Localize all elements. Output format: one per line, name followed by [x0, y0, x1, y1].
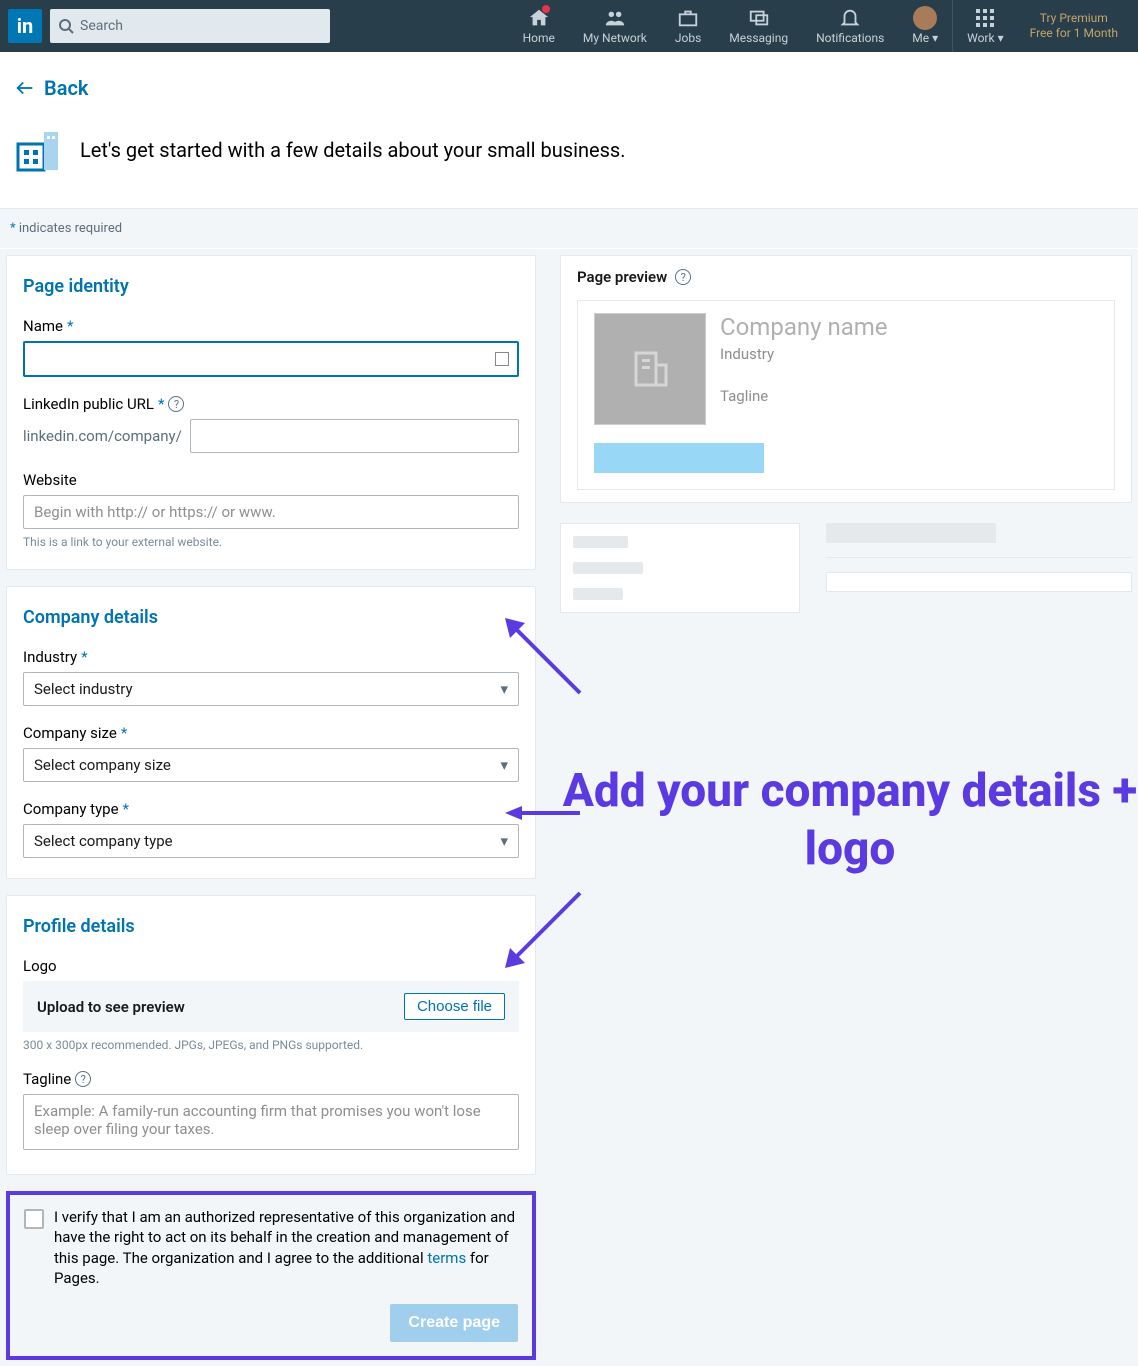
help-icon[interactable]: ? — [168, 396, 184, 412]
intro-row: Let's get started with a few details abo… — [0, 116, 1138, 209]
choose-file-button[interactable]: Choose file — [404, 993, 505, 1020]
back-arrow-icon — [14, 77, 36, 99]
nav-jobs[interactable]: Jobs — [661, 0, 715, 52]
logo-hint: 300 x 300px recommended. JPGs, JPEGs, an… — [23, 1038, 519, 1052]
url-label: LinkedIn public URL — [23, 395, 154, 413]
message-icon — [748, 7, 770, 29]
page-preview-card: Page preview ? Company name Industry Tag… — [560, 255, 1132, 503]
nav-me[interactable]: Me ▾ — [898, 0, 952, 52]
profile-details-card: Profile details Logo Upload to see previ… — [6, 895, 536, 1175]
company-details-card: Company details Industry * Select indust… — [6, 586, 536, 879]
nav-notifications[interactable]: Notifications — [802, 0, 898, 52]
intro-text: Let's get started with a few details abo… — [80, 138, 626, 162]
create-page-button[interactable]: Create page — [390, 1304, 518, 1342]
back-label: Back — [44, 76, 88, 100]
building-icon — [14, 124, 62, 176]
website-hint: This is a link to your external website. — [23, 535, 519, 549]
avatar-icon — [913, 7, 937, 29]
search-icon — [58, 18, 74, 34]
chevron-down-icon: ▾ — [500, 680, 508, 698]
verify-card: I verify that I am an authorized represe… — [6, 1191, 536, 1360]
required-note: * indicates required — [0, 209, 1138, 249]
input-contact-icon — [495, 352, 509, 366]
nav-messaging[interactable]: Messaging — [715, 0, 802, 52]
bell-icon — [839, 7, 861, 29]
name-input[interactable] — [23, 341, 519, 377]
preview-logo-placeholder — [594, 313, 706, 425]
verify-checkbox[interactable] — [24, 1209, 44, 1229]
size-select[interactable]: Select company size ▾ — [23, 748, 519, 782]
website-label: Website — [23, 471, 77, 489]
page-identity-title: Page identity — [23, 276, 519, 297]
logo-label: Logo — [23, 957, 57, 975]
name-label: Name — [23, 317, 63, 335]
help-icon[interactable]: ? — [675, 269, 691, 285]
search-placeholder: Search — [80, 18, 123, 34]
page-identity-card: Page identity Name * LinkedIn public URL… — [6, 255, 536, 570]
company-details-title: Company details — [23, 607, 519, 628]
preview-tagline: Tagline — [720, 387, 888, 405]
type-select[interactable]: Select company type ▾ — [23, 824, 519, 858]
url-input[interactable] — [190, 419, 519, 453]
tagline-label: Tagline — [23, 1070, 71, 1088]
nav-network[interactable]: My Network — [569, 0, 661, 52]
help-icon[interactable]: ? — [75, 1071, 91, 1087]
nav-work[interactable]: Work ▾ — [953, 0, 1017, 52]
preview-header: Page preview — [577, 268, 667, 286]
size-label: Company size — [23, 724, 117, 742]
nav-home[interactable]: Home — [509, 0, 569, 52]
grid-icon — [975, 7, 995, 29]
preview-ghost-rows — [560, 523, 1132, 613]
upload-text: Upload to see preview — [37, 998, 185, 1016]
industry-label: Industry — [23, 648, 77, 666]
linkedin-logo[interactable]: in — [8, 9, 42, 43]
type-label: Company type — [23, 800, 119, 818]
website-input[interactable] — [23, 495, 519, 529]
chevron-down-icon: ▾ — [500, 756, 508, 774]
nav-premium[interactable]: Try Premium Free for 1 Month — [1018, 0, 1130, 52]
preview-cta-bar — [594, 443, 764, 473]
home-badge-icon — [541, 4, 551, 14]
top-nav: in Search Home My Network Jobs Messaging… — [0, 0, 1138, 52]
terms-link[interactable]: terms — [427, 1249, 466, 1267]
search-input[interactable]: Search — [50, 9, 330, 43]
briefcase-icon — [677, 7, 699, 29]
industry-select[interactable]: Select industry ▾ — [23, 672, 519, 706]
network-icon — [604, 7, 626, 29]
back-link[interactable]: Back — [0, 52, 1138, 116]
annotation-text: Add your company details + logo — [560, 763, 1138, 878]
profile-details-title: Profile details — [23, 916, 519, 937]
preview-company-name: Company name — [720, 313, 888, 341]
tagline-input[interactable] — [23, 1094, 519, 1150]
url-prefix: linkedin.com/company/ — [23, 427, 182, 445]
preview-industry: Industry — [720, 345, 888, 363]
verify-text: I verify that I am an authorized represe… — [54, 1207, 518, 1288]
chevron-down-icon: ▾ — [500, 832, 508, 850]
